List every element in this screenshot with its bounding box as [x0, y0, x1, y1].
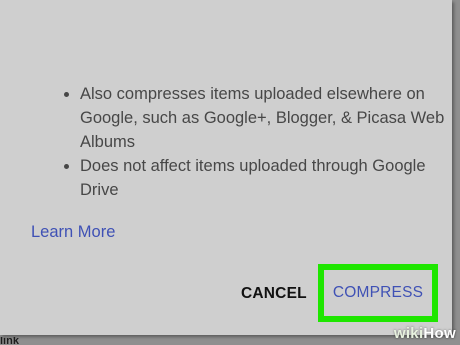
- compress-button[interactable]: COMPRESS: [318, 264, 438, 322]
- info-bullet-list: Also compresses items uploaded elsewhere…: [56, 82, 460, 202]
- background-link-text: link: [0, 337, 19, 345]
- cancel-button[interactable]: CANCEL: [241, 284, 307, 304]
- watermark-how: How: [423, 325, 456, 342]
- watermark-wiki: wiki: [393, 325, 424, 342]
- compress-dialog: Also compresses items uploaded elsewhere…: [0, 0, 452, 335]
- compress-button-label: COMPRESS: [332, 284, 424, 301]
- learn-more-link[interactable]: Learn More: [31, 221, 115, 243]
- bullet-item: Also compresses items uploaded elsewhere…: [80, 82, 460, 154]
- bullet-item: Does not affect items uploaded through G…: [80, 154, 460, 202]
- wikihow-watermark: wikiHow: [394, 325, 456, 342]
